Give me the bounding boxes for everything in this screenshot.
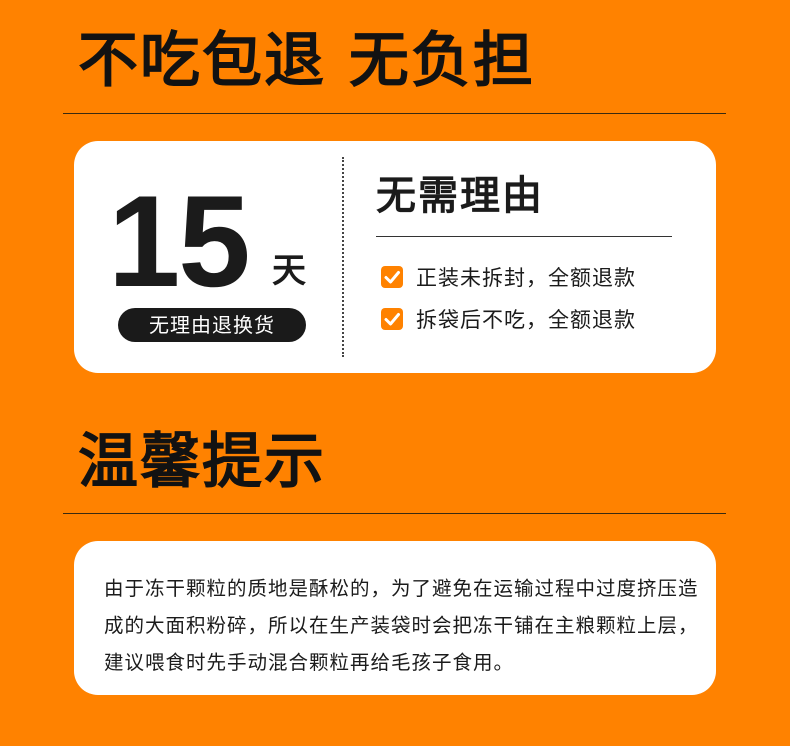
heading-divider — [63, 513, 726, 514]
checkbox-checked-icon — [381, 266, 403, 288]
guarantee-item-label: 拆袋后不吃，全额退款 — [416, 308, 636, 332]
heading-divider — [63, 113, 726, 114]
tips-text: 由于冻干颗粒的质地是酥松的，为了避免在运输过程中过度挤压造成的大面积粉碎，所以在… — [104, 577, 699, 674]
guarantee-item-label: 正装未拆封，全额退款 — [416, 266, 636, 290]
card-divider — [342, 157, 344, 357]
reason-title: 无需理由 — [376, 173, 544, 219]
return-badge: 无理由退换货 — [118, 308, 306, 342]
checkbox-checked-icon — [381, 308, 403, 330]
heading-tips: 温馨提示 — [78, 427, 326, 497]
days-number: 15 — [108, 168, 251, 314]
guarantee-item: 拆袋后不吃，全额退款 — [380, 306, 636, 332]
guarantee-item: 正装未拆封，全额退款 — [380, 264, 636, 290]
reason-underline — [376, 236, 672, 237]
heading-no-worry: 不吃包退 无负担 — [78, 26, 535, 96]
days-unit: 天 — [272, 251, 306, 291]
